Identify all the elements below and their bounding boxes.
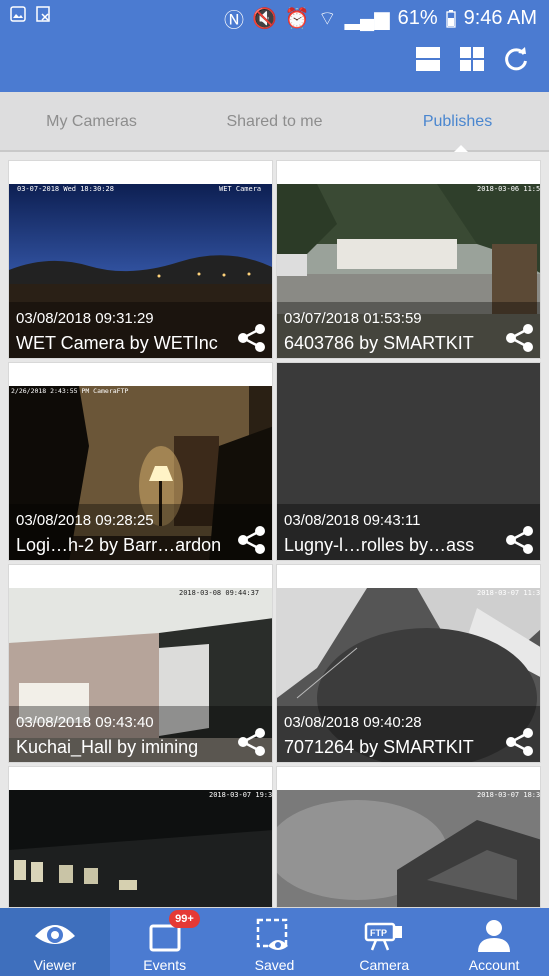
nav-viewer-label: Viewer <box>33 957 77 973</box>
svg-text:FTP: FTP <box>370 928 387 938</box>
nav-events-label: Events <box>143 957 187 973</box>
grid-icon[interactable] <box>459 46 485 72</box>
share-icon[interactable] <box>504 524 536 556</box>
clock: 9:46 AM <box>463 7 537 29</box>
camera-osd-left: 2/26/2018 2:43:55 PM CameraFTP <box>11 387 128 395</box>
camera-card[interactable]: 2018-03-07 11:34:51 03/08/2018 09:40:28 … <box>276 564 541 763</box>
camera-thumbnail: 2018-03-07 19:36:51 <box>9 790 273 907</box>
camera-name: Kuchai_Hall by imining <box>16 737 199 757</box>
nav-camera[interactable]: FTP Camera <box>329 908 439 976</box>
nav-saved-label: Saved <box>254 957 295 973</box>
image-icon <box>10 6 26 22</box>
refresh-icon[interactable] <box>503 46 529 72</box>
nav-account[interactable]: Account <box>439 908 549 976</box>
camera-osd-right: 2018-03-08 09:44:37 <box>179 589 259 597</box>
battery-percent: 61% <box>397 7 438 29</box>
signal-icon: ▂▄▆ <box>344 8 390 30</box>
nav-events[interactable]: 99+ Events <box>110 908 220 976</box>
tab-shared-to-me[interactable]: Shared to me <box>183 92 366 152</box>
camera-timestamp: 03/08/2018 09:31:29 <box>16 310 154 327</box>
camera-card[interactable]: 2018-03-08 09:44:37 03/08/2018 09:43:40 … <box>8 564 273 763</box>
camera-name: WET Camera by WETInc <box>16 333 218 353</box>
camera-card[interactable]: 2018-03-07 19:36:51 <box>8 766 273 908</box>
toolbar-actions <box>415 46 529 72</box>
camera-osd-right: 2018-03-07 18:34:52 <box>477 791 541 799</box>
camera-card[interactable]: 2/26/2018 2:43:55 PM CameraFTP 03/08/201… <box>8 362 273 561</box>
share-icon[interactable] <box>236 524 268 556</box>
camera-timestamp: 03/08/2018 09:43:40 <box>16 714 154 731</box>
nfc-icon: Ⓝ <box>224 10 245 32</box>
saved-icon <box>257 918 289 950</box>
camera-thumbnail: 2018-03-07 18:34:52 <box>277 790 541 907</box>
camera-card[interactable]: 03/08/2018 09:43:11 Lugny-l…rolles by…as… <box>276 362 541 561</box>
eye-icon <box>34 925 75 944</box>
camera-osd-right: 2018-03-07 11:34:51 <box>477 589 541 597</box>
camera-timestamp: 03/07/2018 01:53:59 <box>284 310 422 327</box>
events-badge: 99+ <box>169 910 200 928</box>
camera-name: 7071264 by SMARTKIT <box>284 737 474 757</box>
ftp-camera-icon: FTP <box>365 922 403 951</box>
camera-timestamp: 03/08/2018 09:28:25 <box>16 512 154 529</box>
camera-card[interactable]: 03-07-2018 Wed 18:30:28 WET Camera 03/08… <box>8 160 273 359</box>
camera-name: Logi…h-2 by Barr…ardon <box>16 535 222 555</box>
tab-bar: My Cameras Shared to me Publishes <box>0 92 549 152</box>
nav-saved[interactable]: Saved <box>220 908 330 976</box>
camera-osd-right: WET Camera <box>219 185 261 193</box>
app-header: Ⓝ 🔇 ⏰ ⌔ ▂▄▆ 61% 9:46 AM <box>0 0 549 92</box>
share-icon[interactable] <box>236 726 268 758</box>
tab-publishes[interactable]: Publishes <box>366 92 549 152</box>
bottom-navigation: Viewer 99+ Events Saved FTP Camera Accou… <box>0 908 549 976</box>
tab-my-cameras[interactable]: My Cameras <box>0 92 183 152</box>
layout-split-icon[interactable] <box>415 46 441 72</box>
nav-viewer[interactable]: Viewer <box>0 908 110 976</box>
share-icon[interactable] <box>504 322 536 354</box>
status-bar: Ⓝ 🔇 ⏰ ⌔ ▂▄▆ 61% 9:46 AM <box>0 0 549 34</box>
alarm-icon: ⏰ <box>284 8 310 30</box>
camera-card[interactable]: 2018-03-07 18:34:52 <box>276 766 541 908</box>
camera-osd-left: 03-07-2018 Wed 18:30:28 <box>17 185 114 193</box>
account-icon <box>478 920 511 952</box>
camera-name: Lugny-l…rolles by…ass <box>284 535 475 555</box>
nav-camera-label: Camera <box>359 957 410 973</box>
camera-name: 6403786 by SMARTKIT <box>284 333 474 353</box>
nav-account-label: Account <box>468 957 520 973</box>
share-icon[interactable] <box>504 726 536 758</box>
active-tab-indicator <box>454 145 468 152</box>
battery-icon <box>445 9 456 28</box>
camera-card[interactable]: 2018-03-06 11:52:45 03/07/2018 01:53:59 … <box>276 160 541 359</box>
camera-osd-right: 2018-03-06 11:52:45 <box>477 185 541 193</box>
mute-icon: 🔇 <box>252 8 277 30</box>
camera-timestamp: 03/08/2018 09:40:28 <box>284 714 422 731</box>
excel-icon <box>36 6 50 22</box>
wifi-icon: ⌔ <box>317 8 337 30</box>
camera-timestamp: 03/08/2018 09:43:11 <box>284 512 421 529</box>
camera-osd-right: 2018-03-07 19:36:51 <box>209 791 273 799</box>
share-icon[interactable] <box>236 322 268 354</box>
